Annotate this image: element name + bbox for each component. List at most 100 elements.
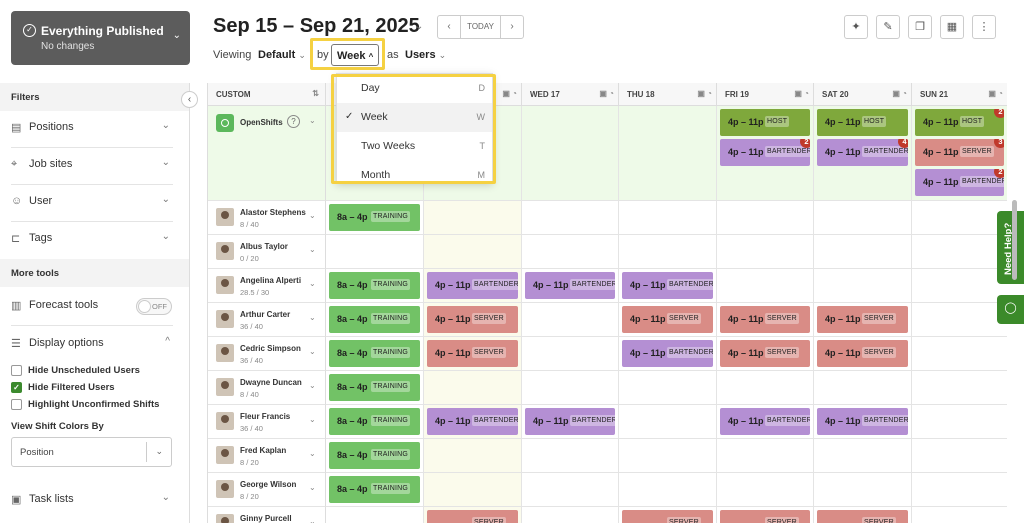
user-name-cell[interactable]: George Wilson 8 / 20 ⌄ — [208, 473, 326, 507]
edit-icon[interactable]: ✎ — [876, 15, 900, 39]
shift-block[interactable]: 4p – 11p HOST — [720, 109, 810, 136]
grid-cell[interactable] — [619, 405, 717, 439]
shift-block[interactable]: 8a – 4p TRAINING — [329, 374, 420, 401]
shift-block[interactable]: 4p – 11p SERVER — [817, 306, 908, 333]
shift-block[interactable]: 4p – 11p SERVER — [720, 306, 810, 333]
grid-cell[interactable] — [717, 235, 814, 269]
grid-cell[interactable] — [619, 371, 717, 405]
today-button[interactable]: TODAY — [460, 15, 501, 39]
shift-block[interactable]: 4p – 11p SERVER — [427, 340, 518, 367]
scrollbar[interactable] — [1012, 200, 1017, 280]
grid-cell[interactable] — [814, 439, 912, 473]
shift-block[interactable]: 4p – 11p BARTENDER — [622, 340, 713, 367]
date-range-title[interactable]: Sep 15 – Sep 21, 2025 — [213, 15, 420, 38]
checkbox[interactable] — [11, 365, 22, 376]
shift-block[interactable]: 4p – 11p BARTENDER — [817, 408, 908, 435]
grid-cell[interactable] — [522, 303, 619, 337]
shift-block[interactable]: 4p – 11p BARTENDER — [720, 408, 810, 435]
filter-positions[interactable]: ▤ Positions ⌄ — [11, 111, 173, 148]
shift-block[interactable]: 4p – 11p BARTENDER — [427, 272, 518, 299]
user-name-cell[interactable]: Fleur Francis 36 / 40 ⌄ — [208, 405, 326, 439]
grid-cell[interactable] — [912, 439, 1007, 473]
shift-block[interactable]: 8a – 4p TRAINING — [329, 476, 420, 503]
chevron-down-icon[interactable]: ⌄ — [415, 21, 423, 32]
shift-block[interactable]: 4p – 11p BARTENDER 2 — [720, 139, 810, 166]
grid-cell[interactable] — [814, 371, 912, 405]
shift-block[interactable]: 8a – 4p TRAINING — [329, 442, 420, 469]
filter-job-sites[interactable]: ⌖ Job sites ⌄ — [11, 148, 173, 185]
grid-cell[interactable] — [912, 405, 1007, 439]
day-header-sun[interactable]: SUN 21 ▣ ◔ — [912, 83, 1007, 106]
calendar-icon[interactable]: ▦ — [940, 15, 964, 39]
shift-block[interactable]: SERVER — [817, 510, 908, 523]
chevron-down-icon[interactable]: ⌄ — [309, 245, 316, 254]
grid-cell[interactable] — [912, 337, 1007, 371]
shift-block[interactable]: SERVER — [622, 510, 713, 523]
grid-cell[interactable] — [912, 507, 1007, 523]
shift-block[interactable]: 8a – 4p TRAINING — [329, 340, 420, 367]
user-name-cell[interactable]: Dwayne Duncan 8 / 40 ⌄ — [208, 371, 326, 405]
grid-cell[interactable] — [814, 235, 912, 269]
shift-block[interactable]: 8a – 4p TRAINING — [329, 408, 420, 435]
next-week-button[interactable]: › — [500, 15, 524, 39]
day-header-fri[interactable]: FRI 19 ▣ ◔ — [717, 83, 814, 106]
grid-cell[interactable] — [814, 269, 912, 303]
chevron-down-icon[interactable]: ⌄ — [309, 211, 316, 220]
grid-cell[interactable] — [522, 371, 619, 405]
chevron-down-icon[interactable]: ⌄ — [309, 347, 316, 356]
chevron-down-icon[interactable]: ⌄ — [309, 483, 316, 492]
day-header-sat[interactable]: SAT 20 ▣ ◔ — [814, 83, 912, 106]
user-name-cell[interactable]: Cedric Simpson 36 / 40 ⌄ — [208, 337, 326, 371]
grid-cell[interactable] — [522, 106, 619, 201]
shift-block[interactable]: 4p – 11p BARTENDER — [622, 272, 713, 299]
user-name-cell[interactable]: Ginny Purcell ⌄ — [208, 507, 326, 523]
chevron-down-icon[interactable]: ⌄ — [309, 381, 316, 390]
chevron-down-icon[interactable]: ⌄ — [309, 415, 316, 424]
shift-block[interactable]: 4p – 11p BARTENDER — [427, 408, 518, 435]
chevron-down-icon[interactable]: ⌄ — [309, 449, 316, 458]
grid-cell[interactable] — [619, 106, 717, 201]
grid-cell[interactable] — [424, 439, 522, 473]
checkbox[interactable] — [11, 399, 22, 410]
shift-block[interactable]: SERVER — [720, 510, 810, 523]
grid-cell[interactable] — [717, 439, 814, 473]
grid-cell[interactable] — [912, 235, 1007, 269]
grid-cell[interactable] — [424, 201, 522, 235]
grid-cell[interactable] — [522, 473, 619, 507]
copy-icon[interactable]: ❐ — [908, 15, 932, 39]
grid-cell[interactable] — [814, 473, 912, 507]
day-header-wed[interactable]: WED 17 ▣ ◔ — [522, 83, 619, 106]
help-icon[interactable]: ? — [287, 115, 300, 128]
publish-status-button[interactable]: ✓ Everything Published No changes ⌄ — [11, 11, 190, 65]
grid-cell[interactable] — [717, 201, 814, 235]
chevron-down-icon[interactable]: ⌄ — [309, 116, 316, 125]
grid-cell[interactable] — [424, 473, 522, 507]
shift-block[interactable]: 4p – 11p BARTENDER 2 — [915, 169, 1004, 196]
shift-block[interactable]: SERVER — [427, 510, 518, 523]
user-name-cell[interactable]: Fred Kaplan 8 / 20 ⌄ — [208, 439, 326, 473]
grid-cell[interactable] — [522, 439, 619, 473]
user-name-cell[interactable]: Angelina Alperti 28.5 / 30 ⌄ — [208, 269, 326, 303]
shift-block[interactable]: 4p – 11p BARTENDER — [525, 272, 615, 299]
grid-cell[interactable] — [717, 473, 814, 507]
grid-cell[interactable] — [522, 201, 619, 235]
chevron-down-icon[interactable]: ⌄ — [309, 517, 316, 523]
filter-user[interactable]: ☺ User ⌄ — [11, 185, 173, 222]
shift-block[interactable]: 4p – 11p BARTENDER 4 — [817, 139, 908, 166]
user-name-cell[interactable]: Arthur Carter 36 / 40 ⌄ — [208, 303, 326, 337]
shift-colors-select[interactable]: Position ⌄ — [11, 437, 172, 467]
grid-cell[interactable] — [326, 507, 424, 523]
grid-cell[interactable] — [326, 235, 424, 269]
shift-block[interactable]: 4p – 11p SERVER — [720, 340, 810, 367]
shift-block[interactable]: 4p – 11p SERVER — [622, 306, 713, 333]
shift-block[interactable]: 4p – 11p HOST 2 — [915, 109, 1004, 136]
chevron-down-icon[interactable]: ⌄ — [309, 313, 316, 322]
chevron-down-icon[interactable]: ⌄ — [309, 279, 316, 288]
grid-cell[interactable] — [619, 235, 717, 269]
grid-cell[interactable] — [619, 439, 717, 473]
grid-cell[interactable] — [912, 473, 1007, 507]
grid-cell[interactable] — [619, 201, 717, 235]
grid-cell[interactable] — [912, 303, 1007, 337]
need-help-tab[interactable]: Need Help? — [997, 211, 1024, 284]
custom-sort-header[interactable]: CUSTOM ⇅ — [208, 83, 326, 106]
